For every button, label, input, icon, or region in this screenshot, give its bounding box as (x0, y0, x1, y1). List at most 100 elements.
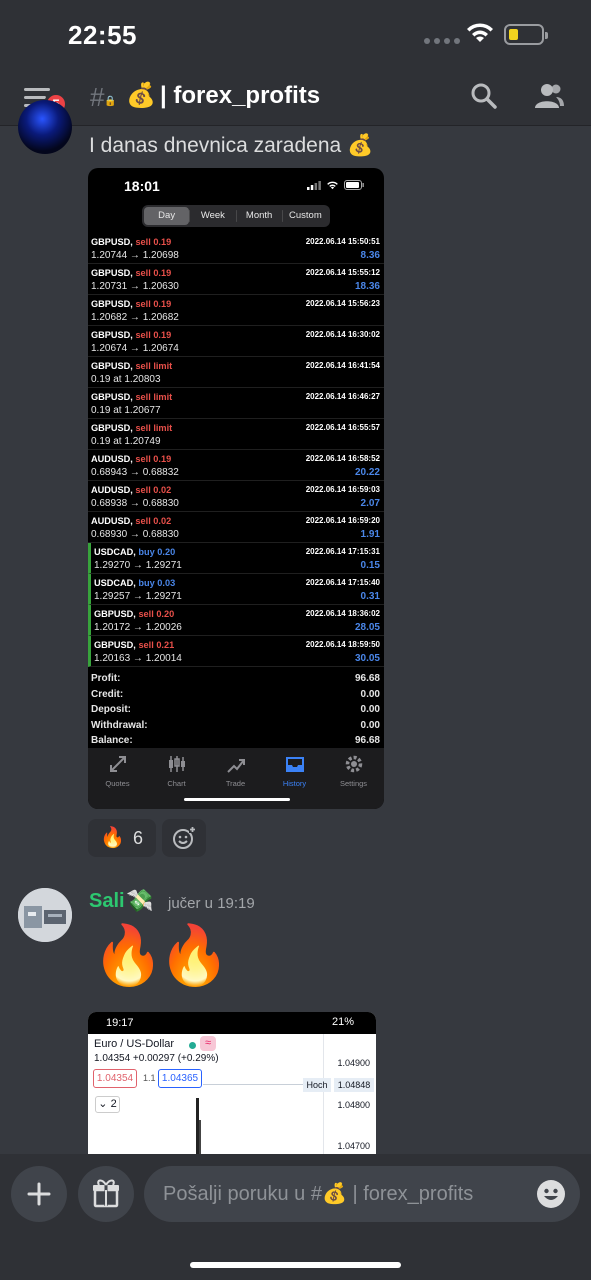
deal-profit: 1.91 (360, 529, 380, 540)
deal-row[interactable]: GBPUSD, sell 0.20 2022.06.14 18:36:02 1.20… (88, 605, 384, 636)
deal-symbol: GBPUSD, sell 0.19 (91, 330, 172, 340)
add-attachment-button[interactable] (11, 1166, 67, 1222)
deal-type: sell 0.19 (135, 454, 172, 464)
deal-time: 2022.06.14 15:50:51 (305, 237, 380, 246)
deal-price: 0.68938 → 0.68830 (91, 498, 179, 509)
summary-label: Balance: (91, 735, 133, 746)
deal-price: 0.68930 → 0.68830 (91, 529, 179, 540)
deal-row[interactable]: GBPUSD, sell 0.19 2022.06.14 15:56:23 1.20… (88, 295, 384, 326)
add-reaction-icon (173, 826, 196, 849)
deal-symbol: USDCAD, buy 0.20 (94, 547, 176, 557)
deal-row[interactable]: GBPUSD, sell 0.19 2022.06.14 15:50:51 1.20… (88, 233, 384, 264)
deal-row[interactable]: GBPUSD, sell limit 2022.06.14 16:41:54 0.1… (88, 357, 384, 388)
gift-button[interactable] (78, 1166, 134, 1222)
deal-type: buy 0.03 (138, 578, 176, 588)
deal-type: sell 0.19 (135, 330, 172, 340)
deal-profit: 18.36 (354, 281, 380, 292)
fire-emoji: 🔥 (158, 923, 231, 988)
status-bar: 22:55 (0, 0, 591, 70)
members-icon[interactable] (534, 82, 564, 110)
segment-day[interactable]: Day (144, 207, 190, 225)
price-change: 1.04354 +0.00297 (+0.29%) (94, 1053, 219, 1064)
deal-profit: 30.05 (354, 653, 380, 664)
tab-label: Quotes (105, 779, 130, 788)
deal-symbol: USDCAD, buy 0.03 (94, 578, 176, 588)
reaction-count: 6 (133, 828, 144, 848)
deal-symbol: GBPUSD, sell limit (91, 361, 173, 371)
high-label: Hoch (303, 1078, 331, 1092)
deal-symbol: AUDUSD, sell 0.02 (91, 485, 172, 495)
deal-symbol: AUDUSD, sell 0.19 (91, 454, 172, 464)
price-scale-label: 1.04900 (337, 1058, 370, 1068)
tab-quotes[interactable]: Quotes (88, 754, 147, 788)
avatar[interactable] (18, 100, 72, 154)
deal-profit: 20.22 (354, 467, 380, 478)
sell-button[interactable]: 1.04354 (93, 1069, 137, 1088)
gift-icon (93, 1179, 119, 1208)
phone-battery: 21% (331, 1016, 354, 1028)
phone-status-bar: 19:17 21% (88, 1012, 376, 1034)
tab-label: Trade (225, 779, 246, 788)
deal-time: 2022.06.14 16:58:52 (305, 454, 380, 463)
tab-settings[interactable]: Settings (324, 754, 383, 788)
deal-row[interactable]: GBPUSD, sell 0.21 2022.06.14 18:59:50 1.20… (88, 636, 384, 667)
deal-type: sell 0.20 (138, 609, 175, 619)
attachment-image[interactable]: 18:01 Day Week Month Custom GBPUSD, sell… (88, 168, 384, 809)
deal-time: 2022.06.14 16:55:57 (305, 423, 380, 432)
deal-row[interactable]: GBPUSD, sell limit 2022.06.14 16:46:27 0.1… (88, 388, 384, 419)
deal-symbol: GBPUSD, sell 0.21 (94, 640, 175, 650)
indicator-toggle[interactable]: ⌄ 2 (95, 1096, 120, 1113)
deal-profit: 0.31 (360, 591, 380, 602)
deal-symbol: GBPUSD, sell 0.19 (91, 268, 172, 278)
deal-row[interactable]: GBPUSD, sell 0.19 2022.06.14 16:30:02 1.20… (88, 326, 384, 357)
deal-row[interactable]: AUDUSD, sell 0.02 2022.06.14 16:59:03 0.68… (88, 481, 384, 512)
deal-row[interactable]: GBPUSD, sell limit 2022.06.14 16:55:57 0.1… (88, 419, 384, 450)
deal-symbol: AUDUSD, sell 0.02 (91, 516, 172, 526)
deal-symbol: GBPUSD, sell limit (91, 423, 173, 433)
high-value: 1.04848 (334, 1078, 374, 1092)
deal-price: 0.19 at 1.20803 (91, 374, 161, 385)
deal-row[interactable]: USDCAD, buy 0.03 2022.06.14 17:15:40 1.292… (88, 574, 384, 605)
deal-row[interactable]: USDCAD, buy 0.20 2022.06.14 17:15:31 1.292… (88, 543, 384, 574)
signal-icon (424, 38, 460, 44)
deal-time: 2022.06.14 16:46:27 (305, 392, 380, 401)
deal-time: 2022.06.14 16:41:54 (305, 361, 380, 370)
author-name[interactable]: Sali (89, 890, 125, 913)
wave-icon: ≈ (200, 1036, 216, 1051)
search-icon[interactable] (470, 82, 498, 110)
segment-custom[interactable]: Custom (283, 207, 328, 225)
message-input[interactable]: Pošalji poruku u #💰 | forex_profits (144, 1166, 580, 1222)
deal-row[interactable]: AUDUSD, sell 0.02 2022.06.14 16:59:20 0.68… (88, 512, 384, 543)
deal-symbol: GBPUSD, sell 0.19 (91, 299, 172, 309)
tab-label: Settings (339, 779, 368, 788)
deal-symbol: GBPUSD, sell 0.20 (94, 609, 175, 619)
deal-row[interactable]: AUDUSD, sell 0.19 2022.06.14 16:58:52 0.68… (88, 450, 384, 481)
buy-button[interactable]: 1.04365 (158, 1069, 202, 1088)
avatar[interactable] (18, 888, 72, 942)
tab-label: History (282, 779, 307, 788)
emoji-icon[interactable] (536, 1179, 566, 1209)
deal-row[interactable]: GBPUSD, sell 0.19 2022.06.14 15:55:12 1.20… (88, 264, 384, 295)
tab-chart[interactable]: Chart (147, 754, 206, 788)
deal-type: sell limit (135, 423, 173, 433)
lock-icon: 🔒 (104, 96, 117, 107)
segment-week[interactable]: Week (190, 207, 235, 225)
message-input-placeholder: Pošalji poruku u #💰 | forex_profits (163, 1183, 474, 1205)
channel-hash-icon: # (90, 82, 105, 112)
deal-type: sell 0.02 (135, 485, 172, 495)
instrument-title: Euro / US-Dollar (94, 1038, 175, 1050)
market-status-icon (189, 1042, 196, 1049)
deal-type: sell 0.19 (135, 268, 172, 278)
tab-history[interactable]: History (265, 754, 324, 788)
channel-emoji: 💰 (126, 82, 156, 109)
segment-month[interactable]: Month (237, 207, 282, 225)
attachment-image[interactable]: 19:17 21% Euro / US-Dollar ≈ 1.04354 +0.… (88, 1012, 376, 1154)
home-indicator (190, 1262, 401, 1268)
channel-name[interactable]: | forex_profits (160, 82, 320, 110)
deal-time: 2022.06.14 16:59:03 (305, 485, 380, 494)
reaction-fire[interactable]: 🔥 6 (88, 819, 156, 857)
deal-price: 1.20731 → 1.20630 (91, 281, 179, 292)
summary-label: Credit: (91, 688, 124, 700)
tab-trade[interactable]: Trade (206, 754, 265, 788)
add-reaction-button[interactable] (162, 819, 206, 857)
